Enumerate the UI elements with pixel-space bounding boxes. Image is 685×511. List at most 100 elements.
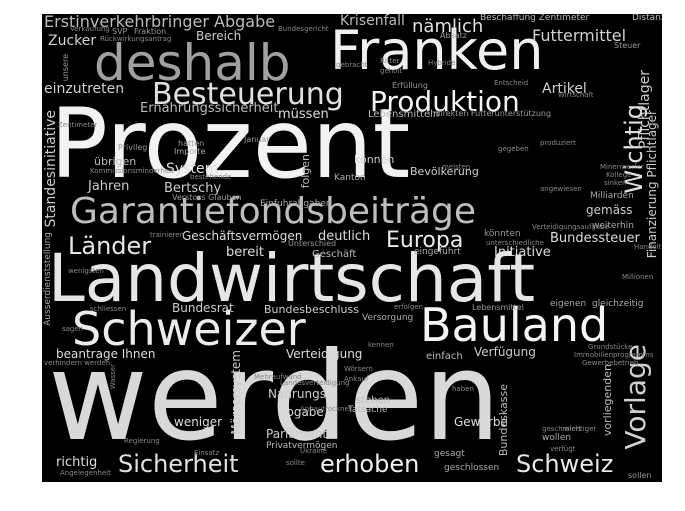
word-gleichzeitig: gleichzeitig xyxy=(592,299,644,309)
word-wasser: Wasser xyxy=(109,364,117,390)
word-zentimeter: Zentimeter xyxy=(58,121,98,129)
word-unterschied: Unterschied xyxy=(288,239,337,248)
word-gewerbebetrieb: Gewerbebetrieb xyxy=(582,359,639,367)
word-ernaehrungssicherheit: Ernährungssicherheit xyxy=(140,101,279,116)
word-angewiesen: angewiesen xyxy=(540,185,582,193)
word-trainieren: trainieren xyxy=(150,231,185,239)
word-sagen: sagen xyxy=(62,325,84,333)
word-meisten: meisten xyxy=(442,163,471,171)
word-millionen: Millionen xyxy=(622,273,654,281)
word-sollen: sollen xyxy=(628,471,652,480)
word-absatz: Absatz xyxy=(440,31,467,40)
word-eigenen: eigenen xyxy=(550,299,587,309)
word-kollege: Kollege xyxy=(606,171,632,179)
word-eingefuehrt: eingeführt xyxy=(414,247,461,257)
word-tatsache: Tatsache xyxy=(348,405,388,415)
word-bereich: Bereich xyxy=(196,29,242,43)
word-regierung: Regierung xyxy=(124,437,160,445)
word-geschaeftsvermoegen: Geschäftsvermögen xyxy=(182,229,303,243)
word-geschlossen: geschlossen xyxy=(444,463,500,473)
word-landesverteidigung: Landesverteidigung xyxy=(280,379,350,387)
word-haben: haben xyxy=(452,385,474,393)
word-grundstuecke: Grundstücke xyxy=(588,343,633,351)
word-immobilienprogramms: Immobilienprogramms xyxy=(574,351,654,359)
word-gegeben: gegeben xyxy=(498,145,529,153)
word-handelt: Handelt xyxy=(634,243,662,251)
word-muessen: müssen xyxy=(278,107,329,122)
word-verteidigung: Verteidigung xyxy=(286,347,363,361)
word-ukraine: Ukraine xyxy=(300,447,328,455)
word-angelegenheit: Angelegenheit xyxy=(60,469,111,477)
word-mehraufwand: Mehraufwand xyxy=(254,373,302,381)
word-ankauf: Ankauf xyxy=(344,375,369,383)
word-jahren: Jahren xyxy=(88,179,130,194)
word-kommissionsminderheit: Kommissionsminderheit xyxy=(90,167,174,175)
word-anbautrocknet: Anbautrocknet xyxy=(300,405,352,413)
word-hybride: Hybride xyxy=(428,59,456,67)
word-uebrigen: übrigen xyxy=(94,155,137,168)
word-einfuhrabgaben: Einfuhrabgaben xyxy=(260,199,332,209)
word-geschmiert: geschmiert xyxy=(542,425,582,433)
word-bundeskasse: Bundeskasse xyxy=(497,384,510,457)
word-standesinitiative: Standesinitiative xyxy=(43,110,59,228)
word-bundesgericht: Bundesgericht xyxy=(278,25,329,33)
word-verstoss-glauben: Verstoss Glauben xyxy=(172,193,242,202)
word-entscheid: Entscheid xyxy=(494,79,529,87)
word-sicherheit: Sicherheit xyxy=(118,450,239,478)
word-gemaess: gemäss xyxy=(586,203,633,217)
word-kanton: Kanton xyxy=(334,173,366,183)
word-verteidigungsaufgabe: Verteidigungsaufgabe xyxy=(532,223,609,231)
word-verkaufung: Verkaufung xyxy=(70,25,110,33)
word-erfolgen: erfolgen xyxy=(394,303,424,311)
word-folgen: folgen xyxy=(299,154,312,189)
word-wirtschaft: Wirtschaft xyxy=(558,91,594,99)
word-importe: Importe xyxy=(174,147,206,156)
word-sollte: sollte xyxy=(286,459,305,467)
word-bereit: bereit xyxy=(226,245,265,260)
word-parlament: Parlament xyxy=(266,427,328,441)
word-indirekten-futterunterstuetzung: indirekten Futterunterstützung xyxy=(428,109,552,118)
word-bestehende: bestehende xyxy=(190,173,232,181)
word-richtig: richtig xyxy=(56,455,98,470)
word-rueckwirkungsantrag: Rückwirkungsantrag xyxy=(100,35,172,43)
word-koennen: können xyxy=(354,153,395,166)
word-januar: Januar xyxy=(244,135,270,144)
word-versorgung: Versorgung xyxy=(362,313,414,323)
word-lebensmittel: Lebensmittel xyxy=(472,303,524,312)
word-ritter: Ritter xyxy=(380,57,400,65)
word-verhindern-werden: verhindern werden xyxy=(44,359,111,367)
word-wollen: wollen xyxy=(542,433,572,443)
word-gesagt: gesagt xyxy=(434,449,465,459)
word-minenwerfer: Minenwerfer xyxy=(600,163,644,171)
word-kennen: kennen xyxy=(368,341,394,349)
word-koennten: könnten xyxy=(484,229,521,239)
word-laender: Länder xyxy=(68,232,152,260)
word-schweiz: Schweiz xyxy=(516,450,614,478)
word-finanzierung-pflichtlager: Finanzierung Pflichtlager xyxy=(645,110,659,259)
word-nahrungs: Nahrungs xyxy=(268,387,326,401)
word-gebracht: gebracht xyxy=(336,61,368,69)
word-krisenfall: Krisenfall xyxy=(340,14,405,29)
word-cloud: werden Prozent Landwirtschaft Franken deshal… xyxy=(42,14,662,482)
word-privileg: Privileg xyxy=(118,143,148,152)
word-verfuegung: Verfügung xyxy=(474,345,536,359)
word-verfuegt: verfügt xyxy=(550,445,576,453)
word-wenigsten: wenigsten xyxy=(68,267,104,275)
word-futtermittel: Futtermittel xyxy=(532,26,627,45)
word-weniger: weniger xyxy=(174,415,223,429)
word-produziert: produziert xyxy=(540,139,576,147)
word-unterschiedliche: unterschiedliche xyxy=(486,239,544,247)
word-geschaeft: Geschäft xyxy=(312,249,357,260)
word-einzutreten: einzutreten xyxy=(44,81,125,97)
word-vorliegenden: vorliegenden xyxy=(601,364,614,437)
word-woersern: Wörsern xyxy=(344,365,373,373)
word-distanz: Distanz xyxy=(632,14,662,23)
word-bundesrat: Bundesrat xyxy=(172,301,234,315)
word-moersersystem: Mörsersystem xyxy=(229,350,243,435)
word-einsatz: Einsatz xyxy=(194,449,220,457)
word-unsere: unsere xyxy=(61,54,70,82)
word-zucker: Zucker xyxy=(48,33,97,49)
word-initiative: Initiative xyxy=(494,245,551,260)
word-bundessteuer: Bundessteuer xyxy=(550,231,640,246)
word-ausserdienststellung: Ausserdienststellung xyxy=(43,232,53,326)
